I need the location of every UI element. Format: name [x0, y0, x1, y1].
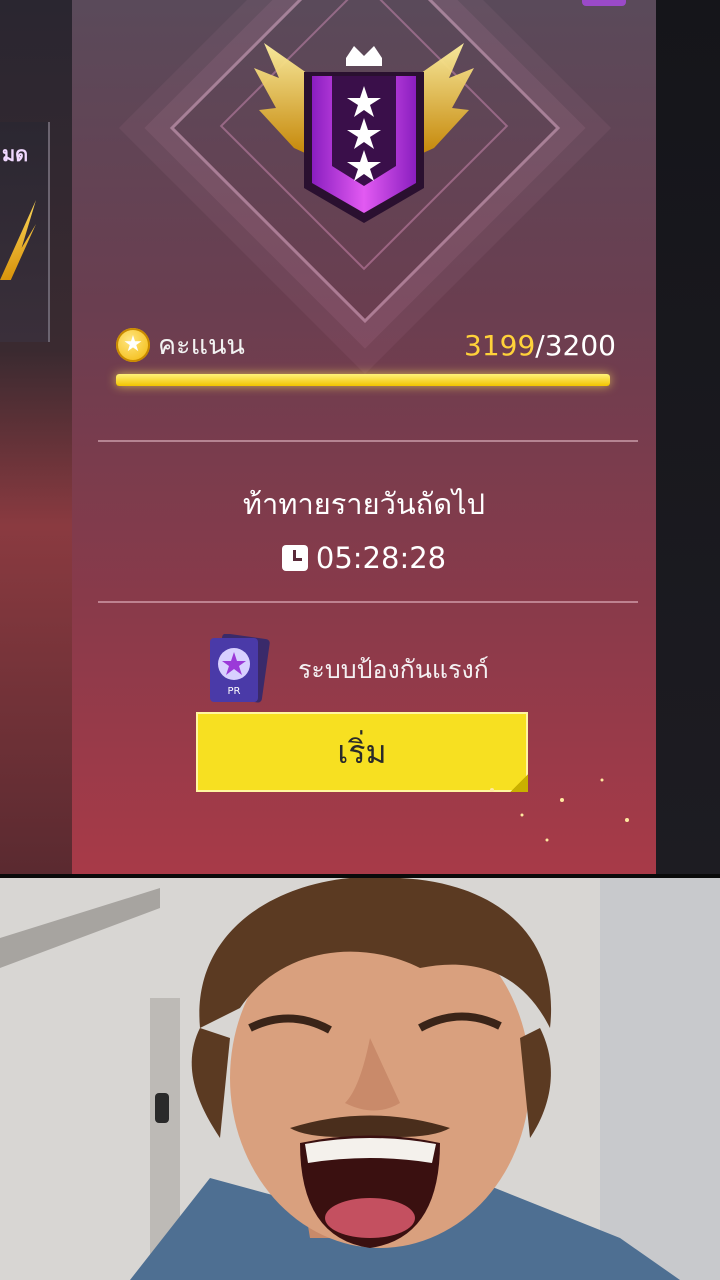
- coin-star-icon: ★: [116, 328, 150, 362]
- right-background-strip: [656, 0, 720, 876]
- score-value: 3199/3200: [464, 328, 616, 364]
- rank-protection-label: ระบบป้องกันแรงก์: [298, 655, 489, 684]
- section-divider: [98, 601, 638, 603]
- score-progress-fill: [116, 374, 610, 386]
- score-separator: /: [535, 329, 545, 362]
- countdown-row: 05:28:28: [72, 538, 656, 578]
- countdown-timer: 05:28:28: [315, 541, 447, 575]
- game-screen: มด ★ คะแนน 3199/3200 ท้าทายรายวันถัดไป 0…: [0, 0, 720, 876]
- score-row: ★ คะแนน 3199/3200: [116, 328, 616, 364]
- daily-challenge-title: ท้าทายรายวันถัดไป: [242, 487, 486, 521]
- score-progress-bar: [116, 374, 610, 386]
- rank-protection-card-icon[interactable]: PR: [206, 634, 270, 704]
- corner-tag: [582, 0, 626, 6]
- left-mode-card-label: มด: [2, 142, 29, 166]
- laughing-man-image: [0, 878, 720, 1280]
- clock-icon: [281, 545, 308, 571]
- protection-card-text: PR: [228, 686, 241, 697]
- rank-badge-icon: [254, 43, 474, 223]
- score-label: คะแนน: [158, 330, 245, 361]
- section-divider: [98, 440, 638, 442]
- score-current: 3199: [464, 329, 536, 362]
- rank-panel: ★ คะแนน 3199/3200 ท้าทายรายวันถัดไป 05:2…: [72, 0, 656, 876]
- spark-decoration: [490, 778, 629, 842]
- reaction-photo: [0, 878, 720, 1280]
- score-max: 3200: [544, 329, 616, 362]
